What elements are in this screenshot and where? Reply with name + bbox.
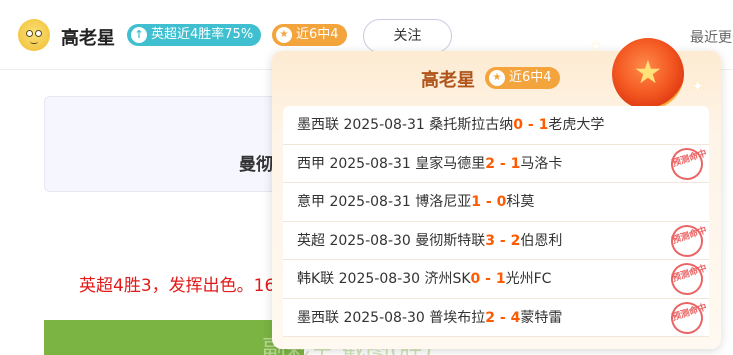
match-row[interactable]: 意甲 2025-08-31 博洛尼亚1 - 0科莫 — [283, 183, 709, 222]
match-score-separator: - — [481, 194, 497, 210]
match-away-team: 光州FC — [505, 271, 552, 287]
streak-label: 近6中4 — [296, 27, 339, 42]
match-league: 意甲 — [297, 194, 325, 210]
prediction-hit-stamp: 预测命中 — [666, 258, 708, 300]
match-row[interactable]: 韩K联 2025-08-30 济州SK0 - 1光州FC 预测命中 — [283, 258, 709, 300]
match-away-team: 科莫 — [506, 194, 535, 210]
match-row[interactable]: 墨西联 2025-08-31 桑托斯拉古纳0 - 1老虎大学 — [283, 106, 709, 145]
match-away-team: 马洛卡 — [520, 155, 563, 172]
match-row[interactable]: 墨西联 2025-08-30 普埃布拉2 - 4蒙特雷 预测命中 — [283, 297, 709, 338]
match-league: 墨西联 — [297, 309, 339, 326]
avatar[interactable] — [18, 19, 50, 51]
star-icon: ★ — [276, 27, 292, 43]
match-home-score: 3 — [485, 232, 496, 249]
match-home-team: 皇家马德里 — [415, 155, 486, 172]
match-score-separator: - — [523, 117, 539, 133]
avatar-eye-right — [35, 30, 42, 37]
match-league: 西甲 — [297, 155, 325, 172]
match-score-separator: - — [495, 309, 511, 326]
page: 高老星 ↑ 英超近4胜率75% ★ 近6中4 关注 最近更 曼彻 英超4胜3，发… — [0, 0, 733, 355]
match-row[interactable]: 西甲 2025-08-31 皇家马德里2 - 1马洛卡 预测命中 — [283, 143, 709, 184]
analysis-text: 英超4胜3，发挥出色。16 — [79, 276, 276, 296]
match-away-team: 蒙特雷 — [520, 309, 563, 326]
recent-tab[interactable]: 最近更 — [690, 27, 732, 47]
match-league: 英超 — [297, 232, 325, 249]
avatar-eye-left — [26, 30, 33, 37]
match-date: 2025-08-31 — [343, 117, 425, 133]
prediction-hit-stamp: 预测命中 — [666, 297, 708, 338]
match-list: 墨西联 2025-08-31 桑托斯拉古纳0 - 1老虎大学 西甲 2025-08… — [283, 106, 709, 338]
match-away-score: 0 — [496, 194, 507, 210]
star-icon: ★ — [489, 70, 505, 86]
follow-button[interactable]: 关注 — [363, 19, 452, 53]
match-card-team: 曼彻 — [239, 155, 273, 175]
match-home-team: 济州SK — [424, 271, 471, 287]
sparkle-icon: ✦ — [590, 39, 602, 55]
match-date: 2025-08-30 — [329, 232, 411, 249]
match-card[interactable] — [44, 96, 304, 192]
match-away-score: 1 — [510, 155, 521, 172]
match-home-score: 0 — [470, 271, 481, 287]
win-rate-badge: ↑ 英超近4胜率75% — [127, 24, 262, 46]
medal-icon: ★ — [612, 38, 684, 110]
match-home-score: 0 — [513, 117, 524, 133]
match-row[interactable]: 英超 2025-08-30 曼彻斯特联3 - 2伯恩利 预测命中 — [283, 220, 709, 261]
win-rate-label: 英超近4胜率75% — [151, 27, 254, 42]
popup-streak-label: 近6中4 — [509, 70, 552, 85]
avatar-mouth — [30, 41, 38, 44]
sparkle-icon: ✦ — [692, 79, 704, 95]
match-home-score: 2 — [485, 309, 496, 326]
match-away-team: 伯恩利 — [520, 232, 563, 249]
match-date: 2025-08-31 — [329, 194, 411, 210]
match-home-team: 普埃布拉 — [429, 309, 486, 326]
prediction-hit-stamp: 预测命中 — [666, 220, 708, 261]
match-home-score: 1 — [471, 194, 482, 210]
match-away-team: 老虎大学 — [548, 117, 605, 133]
streak-badge[interactable]: ★ 近6中4 — [272, 24, 347, 46]
match-home-score: 2 — [485, 155, 496, 172]
prediction-hit-stamp: 预测命中 — [666, 143, 708, 184]
match-score-separator: - — [480, 271, 496, 287]
match-score-separator: - — [495, 155, 511, 172]
match-score-separator: - — [495, 232, 511, 249]
match-league: 韩K联 — [297, 271, 335, 287]
match-away-score: 1 — [495, 271, 506, 287]
streak-popup: 高老星 ★ 近6中4 ★ ✦ ✦ 墨西联 2025-08-31 桑托斯拉古纳0 … — [272, 38, 721, 349]
medal-star-icon: ★ — [633, 53, 663, 91]
match-league: 墨西联 — [297, 117, 339, 133]
match-home-team: 博洛尼亚 — [415, 194, 472, 210]
arrow-up-icon: ↑ — [131, 27, 147, 43]
match-away-score: 4 — [510, 309, 521, 326]
match-away-score: 1 — [538, 117, 549, 133]
match-date: 2025-08-31 — [329, 155, 411, 172]
match-date: 2025-08-30 — [338, 271, 421, 287]
match-home-team: 曼彻斯特联 — [415, 232, 486, 249]
match-date: 2025-08-30 — [343, 309, 425, 326]
match-home-team: 桑托斯拉古纳 — [429, 117, 514, 133]
match-away-score: 2 — [510, 232, 521, 249]
user-name[interactable]: 高老星 — [61, 24, 115, 50]
popup-user-name: 高老星 — [421, 70, 475, 91]
popup-streak-badge: ★ 近6中4 — [485, 67, 560, 89]
